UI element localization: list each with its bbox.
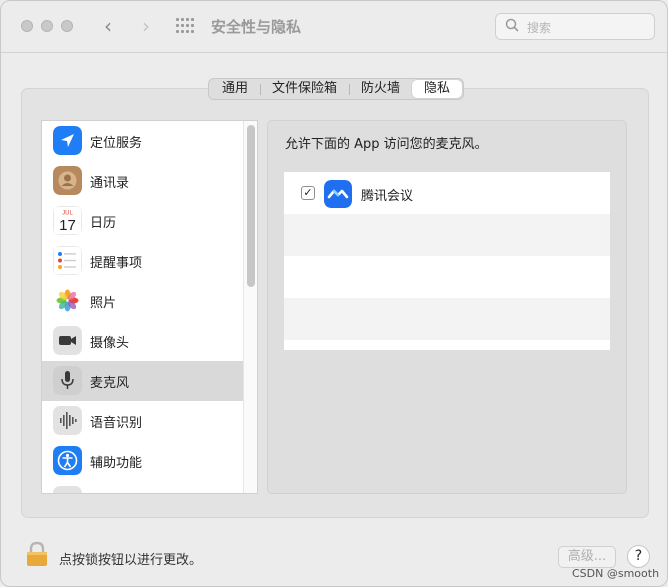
lock-icon[interactable]: [26, 541, 48, 567]
sidebar-item-contacts[interactable]: 通讯录: [42, 161, 243, 201]
sidebar-item-label: 提醒事项: [90, 256, 143, 271]
sidebar-item-photos[interactable]: 照片: [42, 281, 243, 321]
forward-icon[interactable]: ›: [135, 15, 157, 37]
sidebar-item-label: 麦克风: [90, 376, 130, 391]
zoom-window-button[interactable]: [61, 20, 73, 32]
tencent-meeting-icon: [324, 180, 352, 208]
photos-icon: [53, 286, 82, 315]
advanced-button[interactable]: 高级...: [558, 546, 616, 568]
minimize-window-button[interactable]: [41, 20, 53, 32]
search-placeholder: 搜索: [527, 21, 552, 35]
preferences-window: ‹ › 安全性与隐私 搜索 通用 文件保险箱 防火墙 隐私 定位服务 通讯录 J…: [0, 0, 668, 587]
microphone-icon: [53, 366, 82, 395]
tab-bar: 通用 文件保险箱 防火墙 隐私: [208, 78, 465, 100]
sidebar-item-label: 定位服务: [90, 136, 143, 151]
sidebar-item-label: 照片: [90, 296, 117, 311]
list-item: [284, 214, 610, 256]
sidebar-item-accessibility[interactable]: 辅助功能: [42, 441, 243, 481]
sidebar-item-speech-recognition[interactable]: 语音识别: [42, 401, 243, 441]
permission-description: 允许下面的 App 访问您的麦克风。: [285, 137, 488, 152]
privacy-category-list[interactable]: 定位服务 通讯录 JUL 17 日历 提醒事项 照片 摄像头 麦克风 语音识别 …: [41, 120, 258, 494]
app-list[interactable]: ✓ 腾讯会议: [284, 172, 610, 350]
tab-general[interactable]: 通用: [210, 80, 260, 98]
list-item: [284, 298, 610, 340]
window-title: 安全性与隐私: [211, 18, 302, 36]
partial-item-icon: [53, 486, 82, 493]
reminders-icon: [53, 246, 82, 275]
app-row-tencent-meeting[interactable]: ✓ 腾讯会议: [284, 172, 610, 214]
list-item: [284, 256, 610, 298]
titlebar: ‹ › 安全性与隐私 搜索: [1, 1, 667, 53]
calendar-icon-month: JUL: [62, 211, 73, 217]
sidebar-item-microphone[interactable]: 麦克风: [42, 361, 243, 401]
sidebar-item-reminders[interactable]: 提醒事项: [42, 241, 243, 281]
sidebar-item-calendar[interactable]: JUL 17 日历: [42, 201, 243, 241]
list-item: [284, 340, 610, 350]
sidebar-item-next-partial[interactable]: [42, 481, 243, 493]
location-icon: [53, 126, 82, 155]
accessibility-icon: [53, 446, 82, 475]
contacts-icon: [53, 166, 82, 195]
close-window-button[interactable]: [21, 20, 33, 32]
search-field[interactable]: 搜索: [495, 13, 655, 40]
calendar-icon-day: 17: [59, 217, 76, 234]
speech-recognition-icon: [53, 406, 82, 435]
back-icon[interactable]: ‹: [97, 15, 119, 37]
scrollbar-thumb[interactable]: [247, 125, 255, 287]
lock-instruction: 点按锁按钮以进行更改。: [59, 553, 203, 568]
tab-privacy[interactable]: 隐私: [412, 80, 463, 98]
help-button[interactable]: ?: [627, 545, 650, 568]
search-icon: [505, 18, 519, 32]
sidebar-item-location[interactable]: 定位服务: [42, 121, 243, 161]
app-name: 腾讯会议: [361, 189, 414, 204]
sidebar-item-label: 语音识别: [90, 416, 143, 431]
scrollbar-track[interactable]: [243, 121, 257, 493]
tab-filevault[interactable]: 文件保险箱: [260, 80, 349, 98]
tab-firewall[interactable]: 防火墙: [349, 80, 412, 98]
camera-icon: [53, 326, 82, 355]
sidebar-item-label: 辅助功能: [90, 456, 143, 471]
app-checkbox[interactable]: ✓: [301, 186, 315, 200]
sidebar-item-label: 通讯录: [90, 176, 130, 191]
calendar-icon: JUL 17: [53, 206, 82, 235]
show-all-grid-icon[interactable]: [176, 18, 196, 34]
watermark: CSDN @smooth: [572, 567, 660, 580]
sidebar-item-label: 日历: [90, 216, 117, 231]
sidebar-item-camera[interactable]: 摄像头: [42, 321, 243, 361]
sidebar-item-label: 摄像头: [90, 336, 130, 351]
